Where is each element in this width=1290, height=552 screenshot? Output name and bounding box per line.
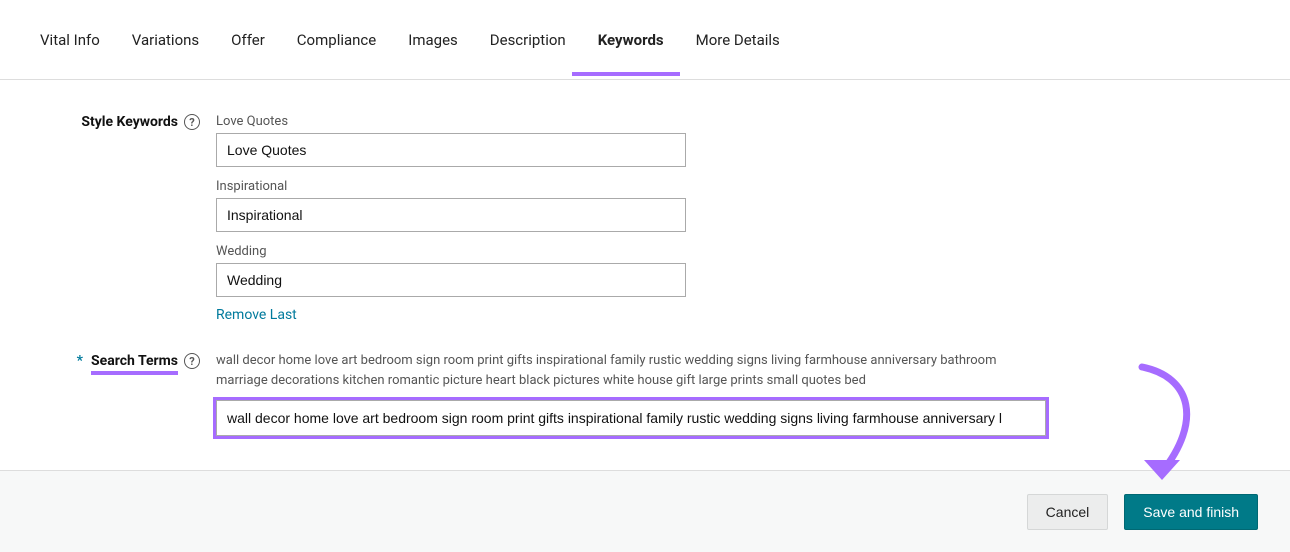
- tabs-bar: Vital Info Variations Offer Compliance I…: [0, 0, 1290, 80]
- style-keyword-input-1[interactable]: [216, 133, 686, 167]
- tab-description[interactable]: Description: [490, 17, 566, 63]
- style-keywords-label-col: Style Keywords ?: [40, 112, 216, 130]
- search-terms-inputs: wall decor home love art bedroom sign ro…: [216, 351, 1056, 436]
- search-terms-row: * Search Terms ? wall decor home love ar…: [40, 351, 1250, 436]
- style-keyword-sublabel: Love Quotes: [216, 114, 1056, 129]
- required-star-icon: *: [77, 353, 83, 369]
- tab-offer[interactable]: Offer: [231, 17, 265, 63]
- tab-images[interactable]: Images: [408, 17, 458, 63]
- tab-keywords[interactable]: Keywords: [598, 17, 664, 63]
- help-icon[interactable]: ?: [184, 114, 200, 130]
- tab-vital-info[interactable]: Vital Info: [40, 17, 100, 63]
- style-keywords-inputs: Love Quotes Inspirational Wedding Remove…: [216, 112, 1056, 323]
- cancel-button[interactable]: Cancel: [1027, 494, 1109, 530]
- help-icon[interactable]: ?: [184, 353, 200, 369]
- style-keywords-label: Style Keywords: [81, 114, 178, 130]
- search-terms-label: Search Terms: [91, 353, 178, 369]
- footer-bar: Cancel Save and finish: [0, 470, 1290, 552]
- tab-more-details[interactable]: More Details: [696, 17, 780, 63]
- tab-compliance[interactable]: Compliance: [297, 17, 376, 63]
- style-keywords-row: Style Keywords ? Love Quotes Inspiration…: [40, 112, 1250, 323]
- search-terms-label-col: * Search Terms ?: [40, 351, 216, 369]
- highlight-underline: [91, 371, 178, 375]
- search-terms-input[interactable]: [216, 400, 1046, 436]
- content-area: Style Keywords ? Love Quotes Inspiration…: [0, 80, 1290, 436]
- search-terms-helper: wall decor home love art bedroom sign ro…: [216, 351, 1006, 390]
- save-and-finish-button[interactable]: Save and finish: [1124, 494, 1258, 530]
- style-keyword-input-3[interactable]: [216, 263, 686, 297]
- style-keyword-input-2[interactable]: [216, 198, 686, 232]
- tab-variations[interactable]: Variations: [132, 17, 199, 63]
- style-keyword-sublabel: Inspirational: [216, 179, 1056, 194]
- style-keyword-sublabel: Wedding: [216, 244, 1056, 259]
- remove-last-link[interactable]: Remove Last: [216, 307, 1056, 323]
